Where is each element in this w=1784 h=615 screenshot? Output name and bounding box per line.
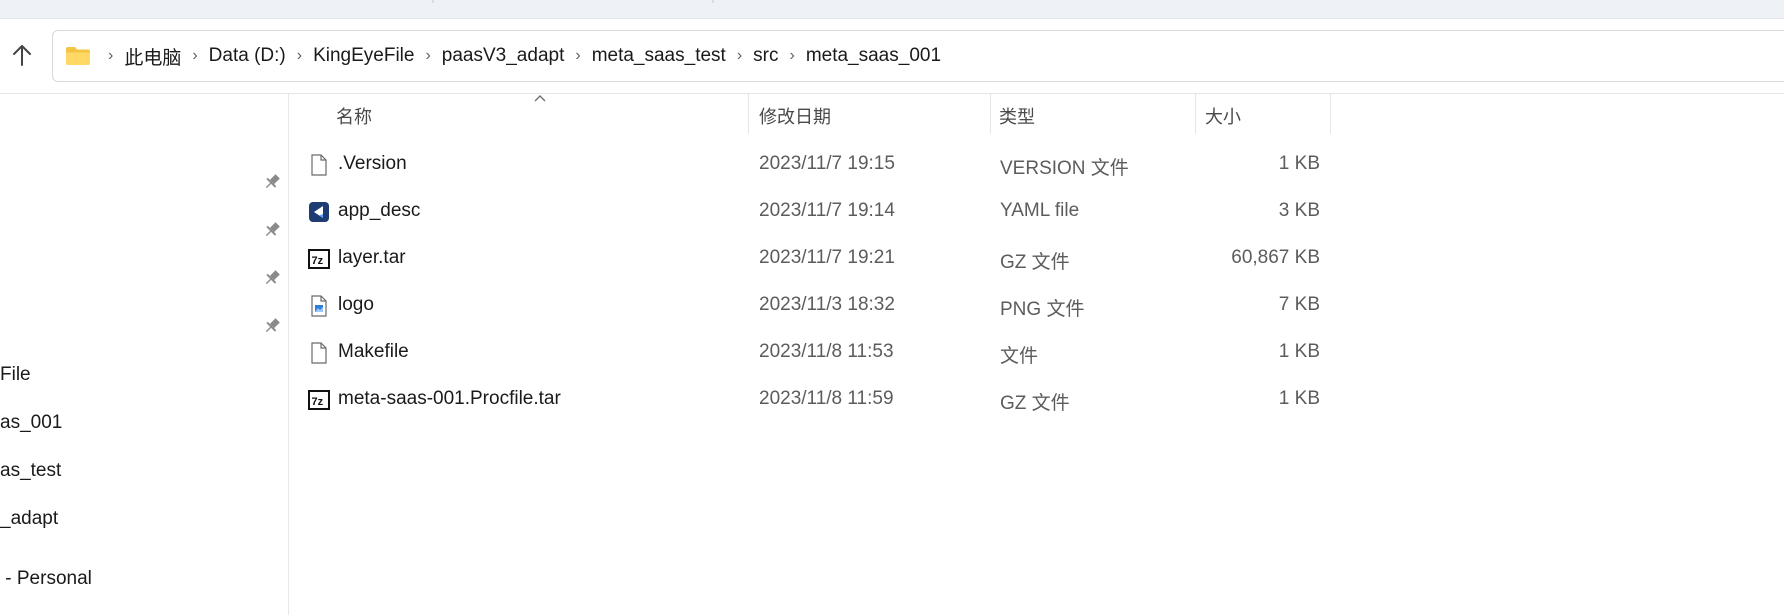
breadcrumb-separator[interactable]: ›: [418, 47, 437, 65]
breadcrumb-separator: ›: [108, 47, 114, 64]
file-date: 2023/11/7 19:15: [759, 153, 895, 174]
breadcrumb-meta-saas-001[interactable]: meta_saas_001: [802, 45, 945, 67]
generic-file-icon: [311, 154, 327, 176]
file-type: GZ 文件: [1000, 252, 1070, 273]
file-date: 2023/11/7 19:21: [759, 247, 895, 268]
file-size: 3 KB: [1278, 200, 1320, 221]
folder-icon: [66, 47, 90, 65]
file-type: YAML file: [1000, 200, 1080, 221]
svg-text:7z: 7z: [312, 255, 324, 267]
tab-divider: [432, 0, 434, 3]
breadcrumb-separator[interactable]: ›: [185, 47, 204, 65]
column-divider[interactable]: [990, 94, 991, 134]
file-date: 2023/11/7 19:14: [759, 200, 895, 221]
breadcrumb-src[interactable]: src: [749, 45, 782, 67]
breadcrumb-kingeyefile[interactable]: KingEyeFile: [309, 45, 418, 67]
nav-item-saas-001[interactable]: as_001: [0, 412, 62, 434]
file-list: 名称 修改日期 类型 大小 .Version 2023/11/7 19:15 V…: [288, 94, 1784, 615]
column-divider[interactable]: [748, 94, 749, 134]
column-header-name[interactable]: 名称: [336, 94, 372, 138]
file-date: 2023/11/8 11:59: [759, 388, 894, 409]
arrow-up-icon: [13, 45, 31, 66]
file-size: 1 KB: [1278, 341, 1320, 362]
column-header-date[interactable]: 修改日期: [759, 94, 831, 138]
breadcrumb-meta-saas-test[interactable]: meta_saas_test: [588, 45, 730, 67]
file-name[interactable]: meta-saas-001.Procfile.tar: [338, 388, 561, 410]
breadcrumb-this-pc[interactable]: 此电脑: [120, 43, 185, 70]
7zip-archive-icon: 7z: [308, 249, 330, 269]
title-bar-strip: [0, 0, 1784, 19]
tab-divider: [712, 0, 714, 3]
breadcrumb-paasv3-adapt[interactable]: paasV3_adapt: [438, 45, 569, 67]
nav-item-saas-test[interactable]: as_test: [0, 460, 61, 482]
column-divider[interactable]: [1330, 94, 1331, 134]
nav-item-file[interactable]: File: [0, 364, 31, 386]
file-name[interactable]: .Version: [338, 153, 407, 175]
file-row[interactable]: app_desc 2023/11/7 19:14 YAML file 3 KB: [308, 192, 1568, 232]
generic-file-icon: [311, 342, 327, 364]
file-size: 1 KB: [1278, 153, 1320, 174]
breadcrumb-separator[interactable]: ›: [568, 47, 587, 65]
sort-ascending-icon: [534, 95, 546, 102]
file-date: 2023/11/3 18:32: [759, 294, 895, 315]
file-size: 7 KB: [1278, 294, 1320, 315]
file-name[interactable]: Makefile: [338, 341, 409, 363]
nav-item-onedrive-personal[interactable]: - Personal: [0, 568, 92, 590]
file-row[interactable]: logo 2023/11/3 18:32 PNG 文件 7 KB: [308, 286, 1568, 326]
file-type: GZ 文件: [1000, 393, 1070, 414]
column-divider[interactable]: [1195, 94, 1196, 134]
file-type: PNG 文件: [1000, 299, 1085, 320]
file-size: 1 KB: [1278, 388, 1320, 409]
file-name[interactable]: layer.tar: [338, 247, 406, 269]
navigation-pane: File as_001 as_test _adapt - Personal: [0, 94, 289, 615]
file-row[interactable]: .Version 2023/11/7 19:15 VERSION 文件 1 KB: [308, 145, 1568, 185]
breadcrumb-separator[interactable]: ›: [290, 47, 309, 65]
7zip-archive-icon: 7z: [308, 390, 330, 410]
pin-icon[interactable]: [262, 172, 282, 192]
pin-icon[interactable]: [262, 220, 282, 240]
png-image-icon: [311, 295, 327, 317]
file-row[interactable]: 7z meta-saas-001.Procfile.tar 2023/11/8 …: [308, 380, 1568, 420]
column-header-type[interactable]: 类型: [999, 94, 1035, 138]
breadcrumb-separator[interactable]: ›: [730, 47, 749, 65]
address-bar[interactable]: › 此电脑 › Data (D:) › KingEyeFile › paasV3…: [52, 30, 1784, 82]
file-name[interactable]: app_desc: [338, 200, 420, 222]
file-name[interactable]: logo: [338, 294, 374, 316]
file-size: 60,867 KB: [1231, 247, 1320, 268]
file-row[interactable]: Makefile 2023/11/8 11:53 文件 1 KB: [308, 333, 1568, 373]
file-type: 文件: [1000, 346, 1039, 367]
file-row[interactable]: 7z layer.tar 2023/11/7 19:21 GZ 文件 60,86…: [308, 239, 1568, 279]
file-date: 2023/11/8 11:53: [759, 341, 894, 362]
nav-item-adapt[interactable]: _adapt: [0, 508, 58, 530]
column-header-size[interactable]: 大小: [1205, 94, 1241, 138]
breadcrumb-data-drive[interactable]: Data (D:): [205, 45, 290, 67]
svg-text:7z: 7z: [312, 396, 324, 408]
pin-icon[interactable]: [262, 268, 282, 288]
pin-icon[interactable]: [262, 316, 282, 336]
file-type: VERSION 文件: [1000, 158, 1129, 179]
yaml-app-icon: [309, 202, 329, 222]
up-button[interactable]: [8, 41, 36, 69]
breadcrumb-separator[interactable]: ›: [782, 47, 801, 65]
